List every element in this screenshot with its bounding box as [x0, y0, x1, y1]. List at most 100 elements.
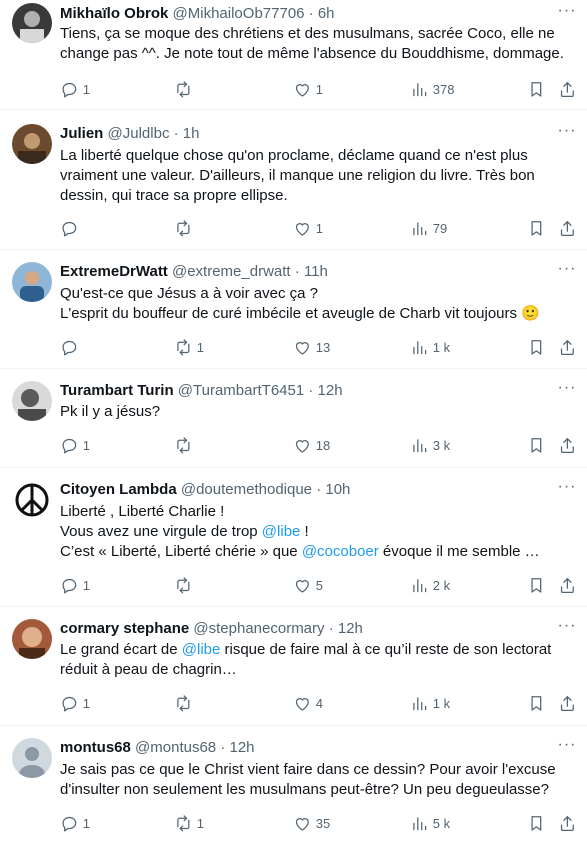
user-handle[interactable]: @MikhailoOb77706 — [173, 5, 305, 22]
more-icon[interactable]: ··· — [557, 261, 577, 282]
timestamp[interactable]: 11h — [304, 263, 328, 280]
reply-button[interactable] — [60, 218, 83, 238]
bookmark-button[interactable] — [527, 218, 546, 238]
display-name[interactable]: montus68 — [60, 739, 131, 756]
tweet-header: Citoyen Lambda @doutemethodique · 10h — [60, 480, 547, 500]
mention-link[interactable]: @cocoboer — [302, 543, 379, 560]
reply-button[interactable]: 1 — [60, 575, 90, 595]
bookmark-button[interactable] — [527, 575, 546, 595]
views-button[interactable]: 1 k — [410, 337, 450, 357]
like-button[interactable]: 13 — [293, 337, 330, 357]
user-handle[interactable]: @TurambartT6451 — [178, 382, 304, 399]
display-name[interactable]: Julien — [60, 125, 103, 142]
display-name[interactable]: Citoyen Lambda — [60, 481, 177, 498]
views-button[interactable]: 79 — [410, 218, 447, 238]
like-button[interactable]: 18 — [293, 435, 330, 455]
share-button[interactable] — [558, 693, 577, 713]
retweet-button[interactable] — [174, 693, 197, 713]
tweet[interactable]: Citoyen Lambda @doutemethodique · 10h ··… — [0, 468, 587, 607]
text-line: réduit à peau de chagrin… — [60, 661, 237, 678]
mention-link[interactable]: @libe — [182, 641, 221, 658]
like-button[interactable]: 5 — [293, 575, 323, 595]
views-count: 5 k — [432, 815, 451, 831]
timestamp[interactable]: 10h — [325, 481, 350, 498]
bookmark-button[interactable] — [527, 813, 546, 833]
bookmark-button[interactable] — [527, 79, 546, 99]
like-button[interactable]: 1 — [293, 218, 323, 238]
bookmark-button[interactable] — [527, 435, 546, 455]
views-icon — [413, 82, 427, 96]
mention-link[interactable]: @libe — [262, 523, 301, 540]
avatar[interactable] — [12, 480, 52, 520]
tweet[interactable]: montus68 @montus68 · 12h ··· Je sais pas… — [0, 726, 587, 841]
tweet-actions: 1 1 35 5 k — [60, 813, 580, 833]
avatar[interactable] — [12, 738, 52, 778]
share-button[interactable] — [558, 575, 577, 595]
retweet-button[interactable] — [174, 435, 197, 455]
views-button[interactable]: 1 k — [410, 693, 450, 713]
more-icon[interactable]: ··· — [557, 380, 577, 401]
share-button[interactable] — [558, 813, 577, 833]
avatar[interactable] — [12, 381, 52, 421]
share-button[interactable] — [558, 337, 577, 357]
views-button[interactable]: 3 k — [410, 435, 450, 455]
retweet-button[interactable]: 1 — [174, 337, 204, 357]
user-handle[interactable]: @stephanecormary — [193, 620, 324, 637]
user-handle[interactable]: @doutemethodique — [181, 481, 312, 498]
separator: · — [220, 739, 226, 756]
avatar[interactable] — [12, 124, 52, 164]
more-icon[interactable]: ··· — [557, 479, 577, 500]
avatar[interactable] — [12, 3, 52, 43]
bookmark-icon — [531, 81, 542, 97]
retweet-button[interactable] — [174, 79, 197, 99]
views-button[interactable]: 2 k — [410, 575, 450, 595]
bookmark-icon — [531, 695, 542, 711]
timestamp[interactable]: 1h — [183, 125, 200, 142]
tweet[interactable]: Julien @Juldlbc · 1h ··· La liberté quel… — [0, 110, 587, 250]
user-handle[interactable]: @montus68 — [135, 739, 216, 756]
bookmark-button[interactable] — [527, 337, 546, 357]
tweet[interactable]: Mikhaïlo Obrok @MikhailoOb77706 · 6h ···… — [0, 0, 587, 110]
avatar[interactable] — [12, 619, 52, 659]
display-name[interactable]: Mikhaïlo Obrok — [60, 5, 168, 22]
share-button[interactable] — [558, 435, 577, 455]
display-name[interactable]: Turambart Turin — [60, 382, 174, 399]
more-icon[interactable]: ··· — [557, 618, 577, 639]
text-line: C’est « Liberté, Liberté chérie » que @c… — [60, 542, 575, 562]
like-button[interactable]: 35 — [293, 813, 330, 833]
user-handle[interactable]: @Juldlbc — [108, 125, 170, 142]
heart-icon — [295, 222, 309, 236]
more-icon[interactable]: ··· — [557, 737, 577, 758]
reply-button[interactable] — [60, 337, 83, 357]
like-button[interactable]: 1 — [293, 79, 323, 99]
avatar[interactable] — [12, 262, 52, 302]
share-button[interactable] — [558, 218, 577, 238]
timestamp[interactable]: 12h — [318, 382, 343, 399]
timestamp[interactable]: 12h — [338, 620, 363, 637]
retweet-button[interactable] — [174, 575, 197, 595]
tweet[interactable]: cormary stephane @stephanecormary · 12h … — [0, 607, 587, 726]
user-handle[interactable]: @extreme_drwatt — [172, 263, 291, 280]
tweet[interactable]: Turambart Turin @TurambartT6451 · 12h ··… — [0, 369, 587, 468]
retweet-button[interactable] — [174, 218, 197, 238]
timestamp[interactable]: 6h — [318, 5, 335, 22]
display-name[interactable]: ExtremeDrWatt — [60, 263, 168, 280]
reply-button[interactable]: 1 — [60, 435, 90, 455]
more-icon[interactable]: ··· — [557, 123, 577, 144]
more-icon[interactable]: ··· — [557, 3, 577, 24]
text-segment: risque de faire mal à ce qu’il reste de … — [220, 641, 552, 658]
like-button[interactable]: 4 — [293, 693, 323, 713]
retweet-icon — [177, 436, 190, 454]
views-button[interactable]: 5 k — [410, 813, 450, 833]
reply-button[interactable]: 1 — [60, 693, 90, 713]
retweet-button[interactable]: 1 — [174, 813, 204, 833]
tweet[interactable]: ExtremeDrWatt @extreme_drwatt · 11h ··· … — [0, 250, 587, 369]
share-button[interactable] — [558, 79, 577, 99]
text-line: dessin, qui trace sa propre ellipse. — [60, 187, 288, 204]
bookmark-button[interactable] — [527, 693, 546, 713]
timestamp[interactable]: 12h — [229, 739, 254, 756]
display-name[interactable]: cormary stephane — [60, 620, 189, 637]
views-button[interactable]: 378 — [410, 79, 454, 99]
reply-button[interactable]: 1 — [60, 79, 90, 99]
reply-button[interactable]: 1 — [60, 813, 90, 833]
